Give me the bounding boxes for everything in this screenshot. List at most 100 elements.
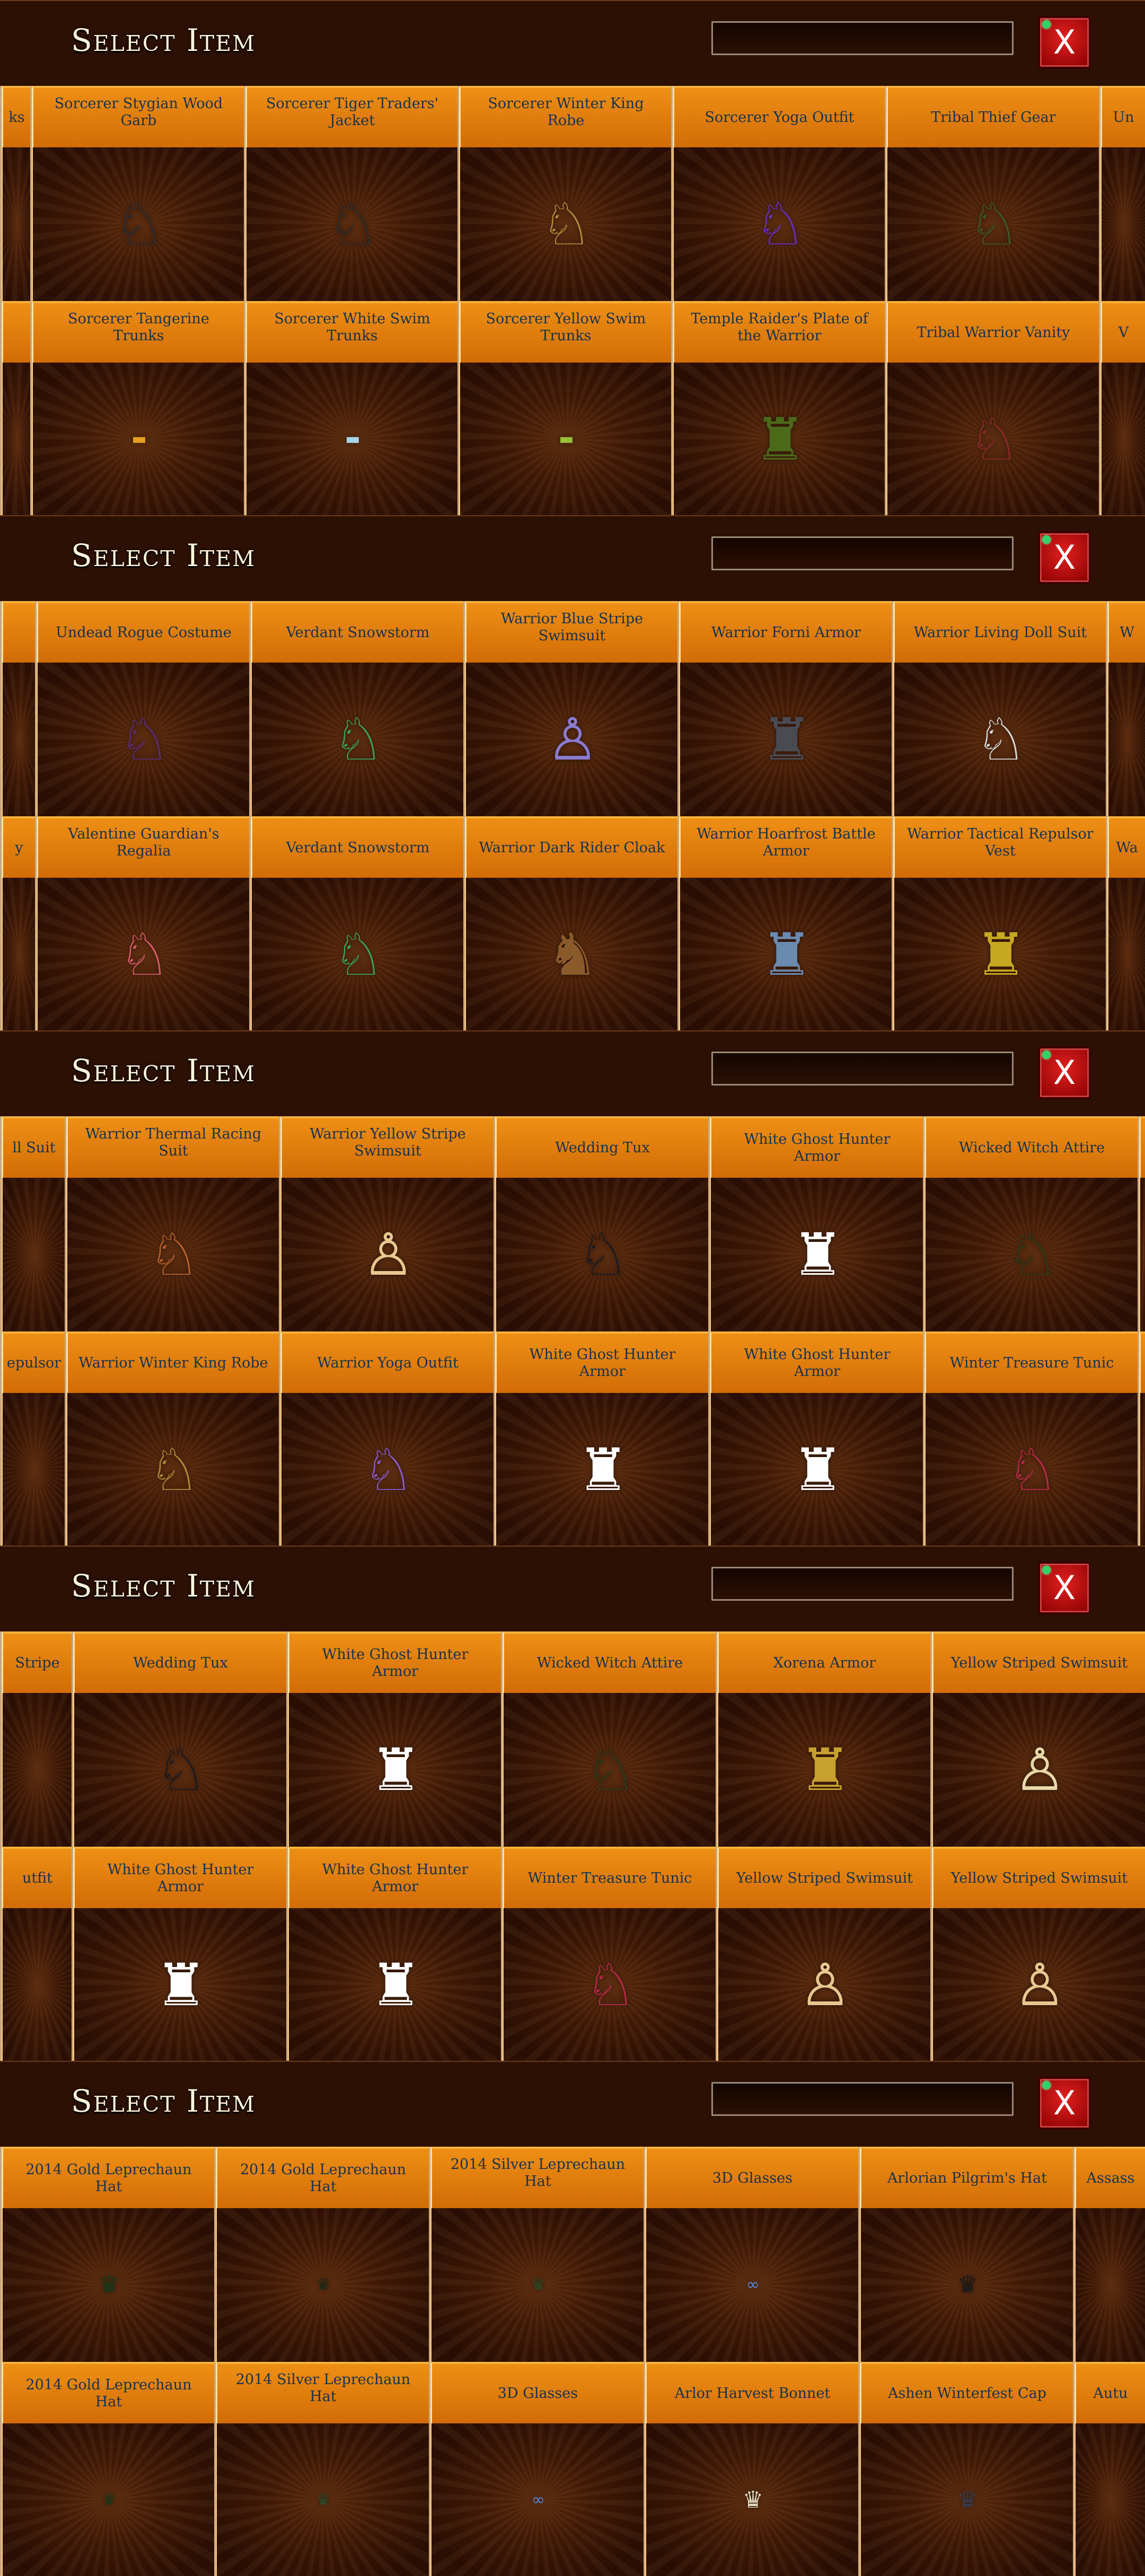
item-card[interactable]: Sorcerer Yellow Swim Trunks ▬ [457, 301, 673, 515]
item-card[interactable]: Stripe [0, 1631, 73, 1847]
item-preview: ♞ [465, 878, 679, 1030]
item-preview: ♜ [495, 1393, 710, 1546]
item-card[interactable]: Wicked Witch Attire ♘ [923, 1116, 1139, 1331]
item-card[interactable]: Yellow Striped Swimsuit ♙ [716, 1847, 932, 2061]
item-row: ks Sorcerer Stygian Wood Garb ♘ Sorcerer Ti… [0, 86, 1145, 301]
item-card[interactable]: Un [1099, 86, 1145, 301]
select-item-panel: Select Item X Stripe Wedding Tux ♘ White Ghos… [0, 1546, 1145, 2061]
item-card[interactable]: V [1099, 301, 1145, 515]
item-card[interactable]: Sorcerer Stygian Wood Garb ♘ [30, 86, 245, 301]
search-input[interactable] [711, 1052, 1014, 1086]
item-card[interactable]: White Ghost Hunter Armor ♜ [494, 1331, 710, 1546]
item-card[interactable]: Warrior Yoga Outfit ♘ [279, 1331, 495, 1546]
item-card[interactable]: Assass [1073, 2147, 1145, 2362]
item-card[interactable]: Warrior Forni Armor ♜ [677, 601, 893, 816]
item-card[interactable] [1138, 1331, 1145, 1546]
item-preview [2, 1908, 73, 2061]
item-card[interactable]: Sorcerer Tangerine Trunks ▬ [30, 301, 245, 515]
item-label: Temple Raider's Plate of the Warrior [673, 301, 886, 363]
item-card[interactable]: Wicked Witch Attire ♘ [501, 1631, 717, 1847]
item-card[interactable]: 2014 Gold Leprechaun Hat ♛ [214, 2147, 430, 2362]
item-card[interactable]: Xorena Armor ♜ [716, 1631, 932, 1847]
item-card[interactable]: White Ghost Hunter Armor ♜ [708, 1331, 924, 1546]
item-card[interactable]: 3D Glasses ∞ [644, 2147, 860, 2362]
close-button[interactable]: X [1038, 2077, 1091, 2130]
search-input[interactable] [711, 1567, 1014, 1601]
item-card[interactable]: Tribal Warrior Vanity ♘ [885, 301, 1100, 515]
item-card[interactable]: ll Suit [0, 1116, 66, 1331]
item-card[interactable]: Valentine Guardian's Regalia ♘ [35, 816, 251, 1030]
item-card[interactable]: Winter Treasure Tunic ♘ [923, 1331, 1139, 1546]
item-card[interactable]: Warrior Hoarfrost Battle Armor ♜ [677, 816, 893, 1030]
item-card[interactable]: Arlorian Pilgrim's Hat ♛ [858, 2147, 1074, 2362]
item-card[interactable]: Warrior Thermal Racing Suit ♘ [65, 1116, 280, 1331]
item-card[interactable]: Warrior Yellow Stripe Swimsuit ♙ [279, 1116, 495, 1331]
item-card[interactable]: Tribal Thief Gear ♘ [885, 86, 1100, 301]
close-button[interactable]: X [1038, 531, 1091, 584]
item-card[interactable]: Warrior Dark Rider Cloak ♞ [463, 816, 679, 1030]
outfit-icon: ♘ [577, 1221, 629, 1289]
item-card[interactable]: Wedding Tux ♘ [494, 1116, 710, 1331]
item-preview: ♛ [216, 2208, 430, 2362]
item-card[interactable]: Wedding Tux ♘ [72, 1631, 288, 1847]
search-input[interactable] [711, 536, 1014, 570]
outfit-icon: ♘ [332, 705, 385, 773]
item-label: Wedding Tux [73, 1631, 288, 1693]
item-label: 2014 Gold Leprechaun Hat [216, 2147, 430, 2208]
item-card[interactable] [0, 301, 32, 515]
item-card[interactable]: Temple Raider's Plate of the Warrior ♜ [671, 301, 886, 515]
item-card[interactable]: Ashen Winterfest Cap ♛ [858, 2362, 1074, 2576]
item-card[interactable]: 2014 Gold Leprechaun Hat ♛ [0, 2147, 216, 2362]
item-card[interactable]: Sorcerer Tiger Traders' Jacket ♘ [244, 86, 459, 301]
armor-icon: ♜ [577, 1436, 629, 1504]
close-button[interactable]: X [1038, 1562, 1091, 1615]
item-label: Arlorian Pilgrim's Hat [860, 2147, 1074, 2208]
item-card[interactable]: Warrior Blue Stripe Swimsuit ♙ [463, 601, 679, 816]
item-card[interactable]: Sorcerer Yoga Outfit ♘ [671, 86, 886, 301]
item-label: Winter Treasure Tunic [924, 1331, 1139, 1393]
item-card[interactable]: Winter Treasure Tunic ♘ [501, 1847, 717, 2061]
search-input[interactable] [711, 21, 1014, 55]
hat-icon: ♛ [316, 2275, 331, 2294]
item-card[interactable]: Arlor Harvest Bonnet ♛ [644, 2362, 860, 2576]
item-card[interactable] [1138, 1116, 1145, 1331]
item-card[interactable]: Warrior Living Doll Suit ♘ [892, 601, 1107, 816]
item-card[interactable]: ks [0, 86, 32, 301]
item-card[interactable]: Wa [1106, 816, 1145, 1030]
item-card[interactable]: Yellow Striped Swimsuit ♙ [930, 1631, 1145, 1847]
item-card[interactable]: Sorcerer Winter King Robe ♘ [457, 86, 673, 301]
item-card[interactable]: 3D Glasses ∞ [429, 2362, 645, 2576]
item-card[interactable]: Undead Rogue Costume ♘ [35, 601, 251, 816]
item-card[interactable]: White Ghost Hunter Armor ♜ [72, 1847, 288, 2061]
armor-icon: ♜ [799, 1736, 851, 1804]
item-card[interactable]: Verdant Snowstorm ♘ [249, 816, 465, 1030]
item-preview: ♘ [73, 1693, 288, 1847]
item-card[interactable]: White Ghost Hunter Armor ♜ [286, 1847, 503, 2061]
item-card[interactable]: W [1106, 601, 1145, 816]
hat-icon: ♛ [316, 2491, 331, 2509]
item-preview: ♘ [924, 1178, 1139, 1331]
item-card[interactable]: Autu [1073, 2362, 1145, 2576]
item-label: Tribal Thief Gear [886, 86, 1100, 147]
item-preview [2, 363, 32, 515]
item-card[interactable]: Verdant Snowstorm ♘ [249, 601, 465, 816]
select-item-panel: Select Item X 2014 Gold Leprechaun Hat ♛ 201… [0, 2061, 1145, 2576]
item-card[interactable]: 2014 Gold Leprechaun Hat ♛ [0, 2362, 216, 2576]
item-card[interactable]: 2014 Silver Leprechaun Hat ♛ [214, 2362, 430, 2576]
item-card[interactable]: Sorcerer White Swim Trunks ▬ [244, 301, 459, 515]
item-card[interactable]: 2014 Silver Leprechaun Hat ♛ [429, 2147, 645, 2362]
search-input[interactable] [711, 2082, 1014, 2116]
item-card[interactable]: epulsor [0, 1331, 66, 1546]
item-card[interactable]: White Ghost Hunter Armor ♜ [286, 1631, 503, 1847]
item-card[interactable] [0, 601, 37, 816]
item-card[interactable]: White Ghost Hunter Armor ♜ [708, 1116, 924, 1331]
close-icon: X [1053, 538, 1076, 577]
item-card[interactable]: Warrior Tactical Repulsor Vest ♜ [892, 816, 1107, 1030]
close-button[interactable]: X [1038, 1046, 1091, 1099]
trunks-icon: ▬ [559, 430, 574, 448]
item-card[interactable]: Yellow Striped Swimsuit ♙ [930, 1847, 1145, 2061]
item-card[interactable]: Warrior Winter King Robe ♘ [65, 1331, 280, 1546]
item-card[interactable]: y [0, 816, 37, 1030]
item-card[interactable]: utfit [0, 1847, 73, 2061]
close-button[interactable]: X [1038, 16, 1091, 69]
